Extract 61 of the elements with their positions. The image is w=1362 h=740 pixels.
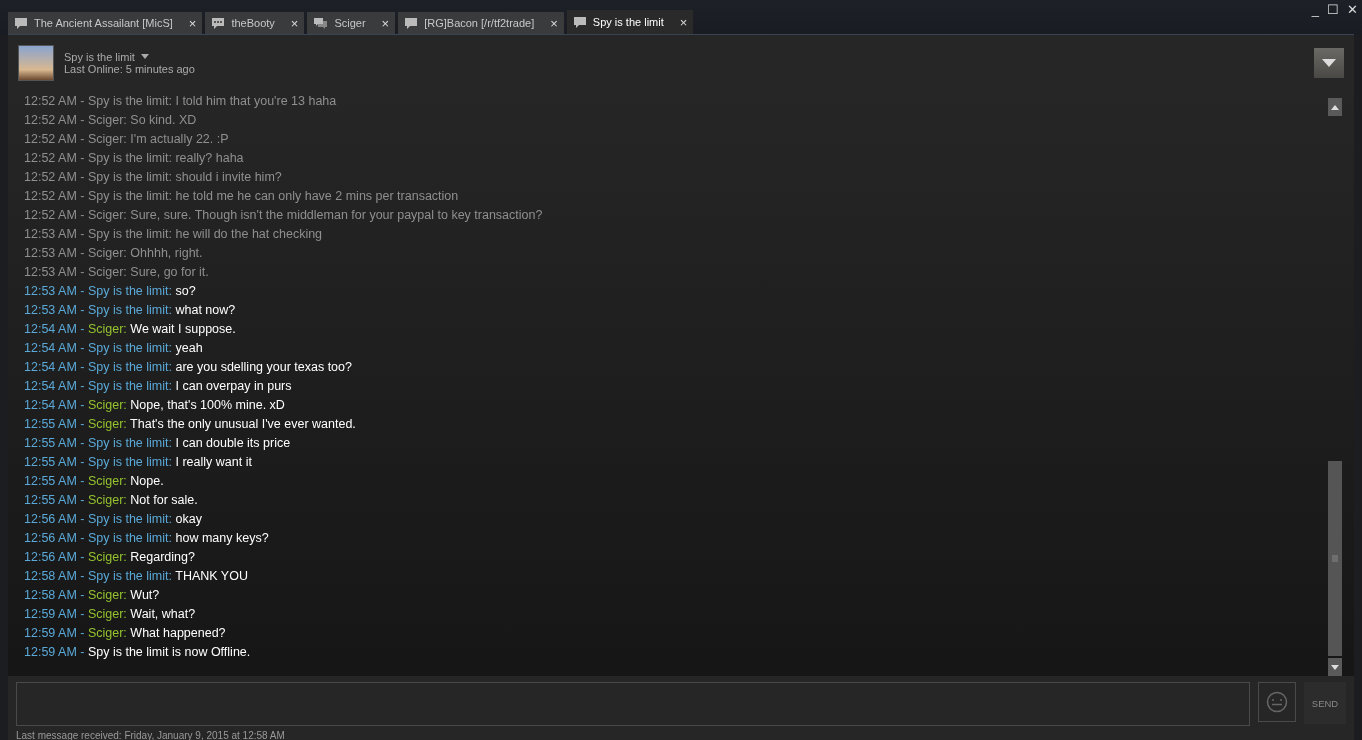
chat-tab[interactable]: [RG]Bacon [/r/tf2trade] × xyxy=(398,12,564,34)
chat-message: 12:58 AM - Sciger: Wut? xyxy=(24,587,161,604)
send-button[interactable]: SEND xyxy=(1304,682,1346,724)
chat-message: 12:52 AM - Spy is the limit: really? haha xyxy=(24,150,245,167)
chat-message: 12:58 AM - Spy is the limit: THANK YOU xyxy=(24,568,249,585)
close-icon[interactable]: × xyxy=(550,15,558,31)
close-icon[interactable]: × xyxy=(188,15,197,31)
scroll-down-icon[interactable] xyxy=(1331,664,1339,670)
chat-message: 12:59 AM - Sciger: Wait, what? xyxy=(24,606,197,623)
chat-message: 12:53 AM - Spy is the limit: so? xyxy=(24,283,197,300)
chat-message: 12:54 AM - Sciger: Nope, that's 100% mine. xD xyxy=(24,397,286,414)
emoticon-button[interactable] xyxy=(1258,682,1296,722)
chat-message: 12:53 AM - Sciger: Sure, go for it. xyxy=(24,264,210,281)
chat-message: 12:52 AM - Sciger: I'm actually 22. :P xyxy=(24,131,230,148)
chat-message: 12:54 AM - Spy is the limit: I can overpay in purs xyxy=(24,378,293,395)
chat-message: 12:56 AM - Spy is the limit: okay xyxy=(24,511,203,528)
chat-bubble-icon xyxy=(404,16,419,30)
close-button[interactable]: ✕ xyxy=(1347,2,1358,17)
chat-tab[interactable]: theBooty × xyxy=(205,12,305,34)
message-input-field[interactable] xyxy=(16,682,1250,726)
close-icon[interactable]: × xyxy=(679,14,688,30)
dropdown-menu-button[interactable] xyxy=(1314,47,1344,78)
chat-message: 12:52 AM - Spy is the limit: should i invite him? xyxy=(24,169,283,186)
chat-message: 12:54 AM - Spy is the limit: are you sdelling your texas too? xyxy=(24,359,353,376)
scroll-up-icon[interactable] xyxy=(1331,104,1339,110)
chat-message: 12:55 AM - Spy is the limit: I can double its price xyxy=(24,435,292,452)
chat-bubbles-icon xyxy=(313,16,329,30)
chat-message: 12:54 AM - Spy is the limit: yeah xyxy=(24,340,204,357)
minimize-button[interactable]: _ xyxy=(1311,2,1319,17)
close-icon[interactable]: × xyxy=(290,15,299,31)
chat-message: 12:55 AM - Spy is the limit: I really want it xyxy=(24,454,253,471)
triangle-down-icon xyxy=(1322,58,1336,67)
chat-message: 12:52 AM - Spy is the limit: he told me he can only have 2 mins per transaction xyxy=(24,188,460,205)
maximize-button[interactable]: ☐ xyxy=(1327,2,1339,17)
chat-message: 12:55 AM - Sciger: Not for sale. xyxy=(24,492,199,509)
status-message: 12:59 AM - Spy is the limit is now Offline. xyxy=(24,644,252,661)
chat-message: 12:56 AM - Spy is the limit: how many keys? xyxy=(24,530,270,547)
chat-message: 12:53 AM - Spy is the limit: he will do the hat checking xyxy=(24,226,324,243)
chat-message: 12:54 AM - Sciger: We wait I suppose. xyxy=(24,321,237,338)
chat-tab[interactable]: Sciger × xyxy=(307,12,396,34)
chat-message: 12:56 AM - Sciger: Regarding? xyxy=(24,549,196,566)
grip-icon[interactable] xyxy=(1332,555,1338,562)
avatar-photo-placeholder xyxy=(18,44,54,81)
chat-bubble-icon xyxy=(211,16,226,30)
chat-bubble-icon xyxy=(572,15,587,29)
chat-bubble-icon xyxy=(14,16,28,30)
friend-name[interactable]: Spy is the limit xyxy=(64,50,135,63)
chat-message: 12:52 AM - Spy is the limit: I told him that you're 13 haha xyxy=(24,93,338,110)
chat-tab[interactable]: Spy is the limit × xyxy=(566,10,694,34)
chat-message: 12:55 AM - Sciger: Nope. xyxy=(24,473,165,490)
chat-message: 12:55 AM - Sciger: That's the only unusual I've ever wanted. xyxy=(24,416,357,433)
chat-message: 12:53 AM - Spy is the limit: what now? xyxy=(24,302,237,319)
chat-message: 12:52 AM - Sciger: Sure, sure. Though isn't the middleman for your paypal to key transaction? xyxy=(24,207,544,224)
chat-message: 12:53 AM - Sciger: Ohhhh, right. xyxy=(24,245,204,262)
chat-tab[interactable]: The Ancient Assailant [MicS] × xyxy=(8,12,203,34)
chat-message: 12:52 AM - Sciger: So kind. XD xyxy=(24,112,198,129)
last-online-status: Last Online: 5 minutes ago xyxy=(64,62,195,75)
close-icon[interactable]: × xyxy=(381,15,390,31)
chat-message: 12:59 AM - Sciger: What happened? xyxy=(24,625,227,642)
caret-icon[interactable] xyxy=(140,54,149,59)
smiley-icon xyxy=(1266,691,1288,713)
